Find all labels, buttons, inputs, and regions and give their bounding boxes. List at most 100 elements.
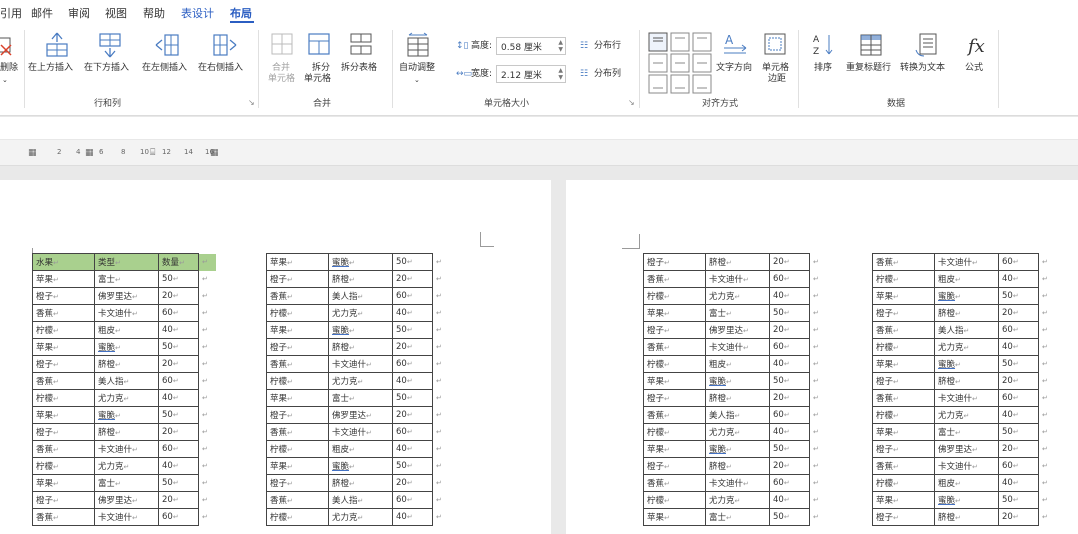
table-cell[interactable]: 脐橙↵: [328, 474, 393, 492]
table-cell[interactable]: 60↵: [769, 270, 810, 288]
table-cell[interactable]: 20↵: [769, 321, 810, 339]
table-cell[interactable]: 尤力克↵: [705, 491, 770, 509]
menu-mailings[interactable]: 邮件: [31, 5, 53, 21]
table-cell[interactable]: 粗皮↵: [328, 440, 393, 458]
table-cell[interactable]: 脐橙↵: [94, 423, 159, 441]
table-cell[interactable]: 香蕉↵: [266, 355, 329, 373]
cell-margins-line1[interactable]: 单元格: [762, 63, 789, 74]
distribute-rows-button[interactable]: 分布行: [594, 41, 621, 52]
table-cell[interactable]: 橙子↵: [32, 287, 95, 305]
table-cell[interactable]: 香蕉↵: [32, 304, 95, 322]
table-cell[interactable]: 橙子↵: [266, 406, 329, 424]
table-cell[interactable]: 40↵: [769, 287, 810, 305]
table-cell[interactable]: 50↵: [158, 406, 199, 424]
table-cell[interactable]: 60↵: [998, 457, 1039, 475]
table-cell[interactable]: 尤力克↵: [705, 287, 770, 305]
table-cell[interactable]: 佛罗里达↵: [94, 287, 159, 305]
table-cell[interactable]: 60↵: [998, 253, 1039, 271]
table-cell[interactable]: 60↵: [392, 287, 433, 305]
split-cells-line1[interactable]: 拆分: [312, 63, 330, 74]
insert-right-button[interactable]: 在右侧插入: [198, 63, 243, 74]
repeat-header-button[interactable]: 重复标题行: [846, 63, 891, 74]
split-cells-line2[interactable]: 单元格: [304, 74, 331, 85]
column-marker-icon[interactable]: ▦: [28, 148, 37, 158]
table-cell[interactable]: 柠檬↵: [266, 508, 329, 526]
table-cell[interactable]: 香蕉↵: [32, 440, 95, 458]
table-cell[interactable]: 苹果↵: [643, 304, 706, 322]
table-cell[interactable]: 柠檬↵: [266, 304, 329, 322]
table-cell[interactable]: 20↵: [158, 355, 199, 373]
table-cell[interactable]: 卡文迪什↵: [934, 457, 999, 475]
table-cell[interactable]: 60↵: [392, 423, 433, 441]
table-cell[interactable]: 橙子↵: [643, 457, 706, 475]
table-cell[interactable]: 苹果↵: [872, 491, 935, 509]
table-cell[interactable]: 脐橙↵: [934, 508, 999, 526]
table-cell[interactable]: 蜜脆↵: [328, 253, 393, 271]
table-cell[interactable]: 40↵: [392, 372, 433, 390]
table-cell[interactable]: 柠檬↵: [32, 457, 95, 475]
table-cell[interactable]: 香蕉↵: [872, 457, 935, 475]
table-cell[interactable]: 脐橙↵: [934, 304, 999, 322]
column-marker-icon[interactable]: ▦: [85, 148, 94, 158]
table-cell[interactable]: 香蕉↵: [643, 270, 706, 288]
table-cell[interactable]: 卡文迪什↵: [94, 304, 159, 322]
column-marker-icon[interactable]: ▦: [210, 148, 219, 158]
table-cell[interactable]: 柠檬↵: [266, 372, 329, 390]
table-cell[interactable]: 尤力克↵: [328, 508, 393, 526]
table-cell[interactable]: 美人指↵: [328, 287, 393, 305]
table-cell[interactable]: 苹果↵: [32, 406, 95, 424]
table-cell[interactable]: 香蕉↵: [32, 508, 95, 526]
table-cell[interactable]: 20↵: [998, 372, 1039, 390]
table-right-2[interactable]: 香蕉↵ 卡文迪什↵ 60↵ ↵ 柠檬↵ 粗皮↵ 40↵ ↵ 苹果↵ 蜜脆↵ 50↵ ↵ 橙子↵ 脐橙↵ 20…: [872, 253, 1057, 526]
table-cell[interactable]: 橙子↵: [32, 423, 95, 441]
table-cell[interactable]: 60↵: [769, 406, 810, 424]
table-cell[interactable]: 卡文迪什↵: [94, 508, 159, 526]
table-cell[interactable]: 香蕉↵: [872, 389, 935, 407]
table-cell[interactable]: 香蕉↵: [32, 372, 95, 390]
table-cell[interactable]: 苹果↵: [872, 287, 935, 305]
table-cell[interactable]: 苹果↵: [266, 253, 329, 271]
table-cell[interactable]: 佛罗里达↵: [328, 406, 393, 424]
table-cell[interactable]: 美人指↵: [934, 321, 999, 339]
table-cell[interactable]: 橙子↵: [266, 338, 329, 356]
table-cell[interactable]: 香蕉↵: [872, 253, 935, 271]
formula-button[interactable]: 公式: [965, 63, 983, 74]
table-left-1[interactable]: 水果↵ 类型↵ 数量↵ ↵ 苹果↵ 富士↵ 50↵ ↵ 橙子↵ 佛罗里达↵ 20↵ ↵ 香蕉↵ 卡文迪什↵…: [32, 253, 217, 526]
table-cell[interactable]: 柠檬↵: [32, 321, 95, 339]
table-cell[interactable]: 脐橙↵: [94, 355, 159, 373]
table-cell[interactable]: 40↵: [998, 338, 1039, 356]
width-spinner-icon[interactable]: ▲ ▼: [558, 67, 563, 81]
table-cell[interactable]: 40↵: [769, 423, 810, 441]
merge-cells-line2[interactable]: 单元格: [268, 74, 295, 85]
table-cell[interactable]: 粗皮↵: [705, 355, 770, 373]
table-cell[interactable]: 蜜脆↵: [94, 406, 159, 424]
table-cell[interactable]: 卡文迪什↵: [328, 423, 393, 441]
table-cell[interactable]: 卡文迪什↵: [934, 389, 999, 407]
insert-left-button[interactable]: 在左侧插入: [142, 63, 187, 74]
table-cell[interactable]: 蜜脆↵: [705, 440, 770, 458]
delete-button[interactable]: 删除: [0, 63, 18, 74]
table-cell[interactable]: 橙子↵: [32, 491, 95, 509]
table-cell[interactable]: 柠檬↵: [643, 423, 706, 441]
table-cell[interactable]: 粗皮↵: [934, 474, 999, 492]
table-cell[interactable]: 橙子↵: [872, 372, 935, 390]
table-cell[interactable]: 50↵: [769, 304, 810, 322]
table-cell[interactable]: 60↵: [998, 321, 1039, 339]
sort-button[interactable]: 排序: [814, 63, 832, 74]
table-left-2[interactable]: 苹果↵ 蜜脆↵ 50↵ ↵ 橙子↵ 脐橙↵ 20↵ ↵ 香蕉↵ 美人指↵ 60↵ ↵ 柠檬↵ 尤力克↵ 40…: [266, 253, 451, 526]
table-cell[interactable]: 蜜脆↵: [705, 372, 770, 390]
table-cell[interactable]: 卡文迪什↵: [328, 355, 393, 373]
table-cell[interactable]: 50↵: [998, 491, 1039, 509]
table-right-1[interactable]: 橙子↵ 脐橙↵ 20↵ ↵ 香蕉↵ 卡文迪什↵ 60↵ ↵ 柠檬↵ 尤力克↵ 40↵ ↵ 苹果↵ 富士↵ 5…: [643, 253, 828, 526]
table-cell[interactable]: 富士↵: [328, 389, 393, 407]
table-cell[interactable]: 20↵: [158, 423, 199, 441]
table-cell[interactable]: 60↵: [998, 389, 1039, 407]
table-cell[interactable]: 柠檬↵: [32, 389, 95, 407]
table-cell[interactable]: 40↵: [158, 389, 199, 407]
table-cell[interactable]: 蜜脆↵: [934, 287, 999, 305]
table-cell[interactable]: 50↵: [158, 474, 199, 492]
table-cell[interactable]: 脐橙↵: [328, 338, 393, 356]
table-cell[interactable]: 卡文迪什↵: [705, 338, 770, 356]
table-cell[interactable]: 50↵: [998, 423, 1039, 441]
table-cell[interactable]: 富士↵: [94, 474, 159, 492]
